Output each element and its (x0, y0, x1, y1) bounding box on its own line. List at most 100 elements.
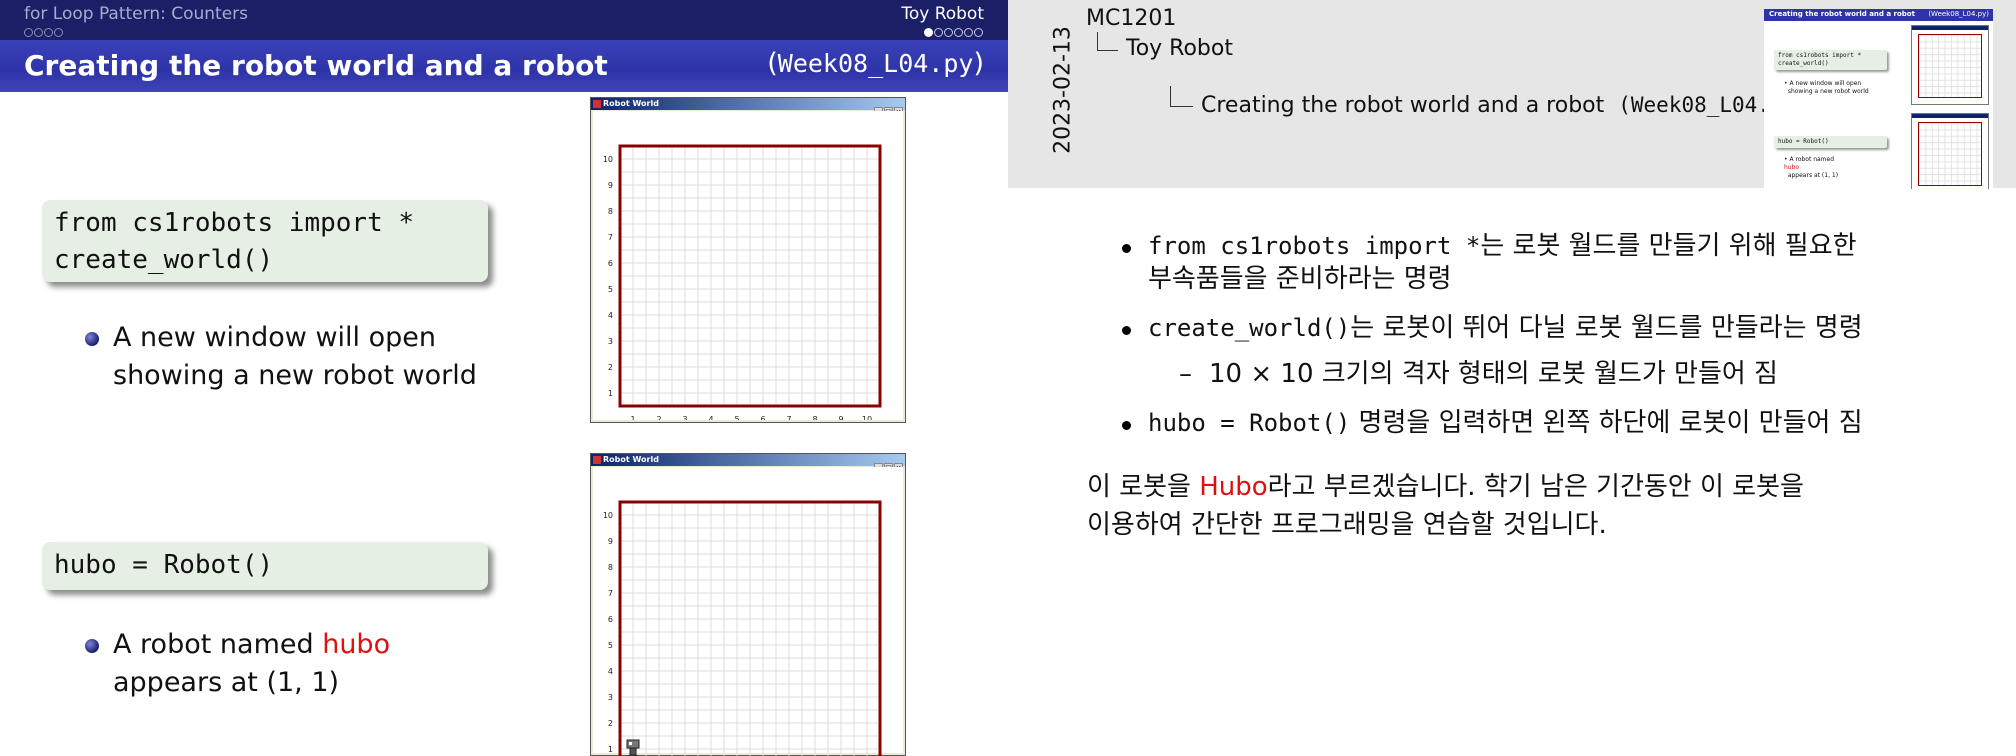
y-axis-label: 3 (608, 693, 613, 702)
x-axis-label: 7 (786, 415, 791, 420)
bullet-new-window: A new window will open showing a new rob… (85, 319, 477, 395)
frame-title: Creating the robot world and a robot (24, 49, 608, 82)
y-axis-label: 2 (608, 719, 613, 728)
bullet-text: appears at (1, 1) (113, 667, 340, 698)
course-code: MC1201 (1086, 6, 1177, 31)
nav-section-label[interactable]: for Loop Pattern: Counters (24, 4, 248, 24)
robot-name: hubo (322, 629, 391, 660)
bullet-icon (1122, 326, 1131, 335)
robot-world-grid: 1122334455667788991010 (603, 500, 882, 756)
bullet-ball-icon (85, 332, 99, 346)
bullet-icon (1122, 244, 1131, 253)
thumb-robot-world (1911, 25, 1989, 105)
y-axis-label: 1 (608, 389, 613, 398)
x-axis-label: 9 (838, 415, 843, 420)
x-axis-label: 3 (682, 415, 687, 420)
nav-dot[interactable] (964, 28, 973, 37)
x-axis-label: 10 (862, 415, 872, 420)
subsection-dots[interactable] (924, 22, 984, 41)
note-text: 이 로봇을 (1087, 472, 1200, 502)
nav-dot[interactable] (54, 28, 63, 37)
y-axis-label: 5 (608, 285, 613, 294)
code-block-robot: hubo = Robot() (42, 542, 488, 590)
frame-name: Creating the robot world and a robot (We… (1201, 93, 1808, 118)
y-axis-label: 9 (608, 181, 613, 190)
thumb-code: hubo = Robot() (1774, 136, 1887, 148)
window-titlebar[interactable]: Robot World _□× (591, 98, 905, 116)
dash-icon: – (1179, 359, 1192, 389)
x-axis-label: 5 (734, 415, 739, 420)
y-axis-label: 4 (608, 311, 613, 320)
y-axis-label: 9 (608, 537, 613, 546)
tree-connector (1097, 32, 1118, 51)
thumb-titlebar: Creating the robot world and a robot (We… (1764, 9, 1993, 21)
x-axis-label: 2 (656, 415, 661, 420)
frame-filename: (Week08_L04.py) (767, 48, 984, 79)
note-text: 10 × 10 크기의 격자 형태의 로봇 월드가 만들어 짐 (1209, 359, 1778, 389)
thumb-file: (Week08_L04.py) (1928, 10, 1989, 18)
y-axis-label: 1 (608, 745, 613, 754)
robot-world-window-empty: Robot World _□× 1 1 2 2 3 3 4 4 5 5 6 6 7 7 8 8 9 9 10 10 (590, 97, 906, 423)
note-text: 명령을 입력하면 왼쪽 하단에 로봇이 만들어 짐 (1350, 408, 1863, 438)
y-axis-label: 3 (608, 337, 613, 346)
code-block-create-world: from cs1robots import * create_world() (42, 200, 488, 282)
section-dots[interactable] (24, 22, 64, 41)
x-axis-label: 1 (630, 415, 635, 420)
note-text: 이용하여 간단한 프로그래밍을 연습할 것입니다. (1087, 510, 1607, 540)
slide: for Loop Pattern: Counters Toy Robot Cre… (0, 0, 1008, 756)
nav-dot[interactable] (44, 28, 53, 37)
note-code: from cs1robots import * (1148, 232, 1481, 260)
note-bullet: create_world()는 로봇이 뛰어 다닐 로봇 월드를 만들라는 명령 (1122, 312, 1863, 345)
note-code: create_world() (1148, 314, 1351, 342)
x-axis-label: 4 (708, 415, 713, 420)
code-line: create_world() (54, 245, 274, 275)
window-title: Robot World (603, 99, 659, 108)
note-text: 라고 부르겠습니다. 학기 남은 기간동안 이 로봇을 (1267, 472, 1804, 502)
robot-world-grid: 1122334455667788991010 (603, 144, 882, 420)
y-axis-label: 8 (608, 563, 613, 572)
nav-subsection-label[interactable]: Toy Robot (901, 4, 984, 24)
bullet-text: A robot named (113, 629, 323, 660)
tree-connector (1170, 86, 1193, 107)
nav-dot[interactable] (34, 28, 43, 37)
thumb-text: • A robot named hubo appears at (1, 1) (1784, 156, 1839, 179)
window-titlebar[interactable]: Robot World _□× (591, 454, 905, 472)
y-axis-label: 7 (608, 589, 613, 598)
robot-icon (626, 739, 640, 756)
nav-dot[interactable] (974, 28, 983, 37)
date-label: 2023-02-13 (1050, 26, 1076, 154)
note-bullet: hubo = Robot() 명령을 입력하면 왼쪽 하단에 로봇이 만들어 짐 (1122, 407, 1863, 440)
y-axis-label: 6 (608, 259, 613, 268)
robot-world-window-with-robot: Robot World _□× 1122334455667788991010 (590, 453, 906, 756)
note-code: hubo = Robot() (1148, 409, 1351, 437)
window-title: Robot World (603, 455, 659, 464)
y-axis-label: 7 (608, 233, 613, 242)
nav-dot[interactable] (924, 28, 933, 37)
y-axis-label: 10 (603, 511, 613, 520)
nav-dot[interactable] (24, 28, 33, 37)
note-text: 는 로봇이 뛰어 다닐 로봇 월드를 만들라는 명령 (1350, 313, 1863, 343)
nav-dot[interactable] (944, 28, 953, 37)
app-icon (593, 100, 601, 108)
robot-world-canvas: 1122334455667788991010 (593, 467, 903, 756)
thumb-code: from cs1robots import * create_world() (1774, 50, 1887, 70)
note-text: 부속품들을 준비하라는 명령 (1148, 264, 1452, 294)
bullet-text: A new window will open (113, 322, 437, 353)
date-label-box: 2023-02-13 (1048, 20, 1078, 160)
y-axis-label: 4 (608, 667, 613, 676)
bullet-ball-icon (85, 639, 99, 653)
nav-dot[interactable] (934, 28, 943, 37)
slide-thumbnail[interactable]: Creating the robot world and a robot (We… (1764, 9, 1993, 189)
robot-world-canvas: 1122334455667788991010 (593, 111, 903, 420)
x-axis-label: 6 (760, 415, 765, 420)
nav-dot[interactable] (954, 28, 963, 37)
topic-name: Toy Robot (1126, 36, 1233, 61)
y-axis-label: 6 (608, 615, 613, 624)
code-line: hubo = Robot() (54, 550, 274, 580)
app-icon (593, 456, 601, 464)
notes-page: 2023-02-13 MC1201 Toy Robot Creating the… (1008, 0, 2016, 756)
y-axis-label: 10 (603, 155, 613, 164)
y-axis-label: 5 (608, 641, 613, 650)
navigation-bar: for Loop Pattern: Counters Toy Robot (0, 0, 1008, 40)
note-bullet: from cs1robots import *는 로봇 월드를 만들기 위해 필… (1122, 230, 1857, 296)
